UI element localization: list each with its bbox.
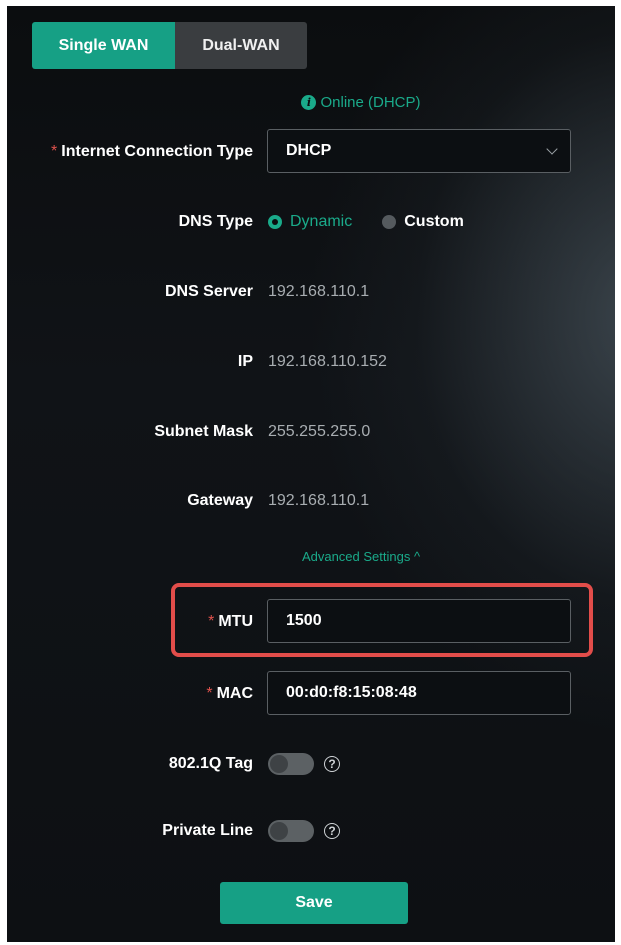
required-mark: * (51, 143, 58, 160)
wan-mode-tabs: Single WAN Dual-WAN (32, 22, 307, 69)
ip-label: IP (237, 353, 253, 370)
subnet-value: 255.255.255.0 (268, 423, 371, 440)
tab-dual-wan[interactable]: Dual-WAN (175, 22, 307, 69)
dns-type-radio-group: Dynamic Custom (268, 199, 464, 245)
dns-type-row: DNS Type Dynamic Custom (7, 199, 615, 245)
connection-type-row: * Internet Connection Type DHCP (7, 129, 615, 175)
gateway-row: Gateway 192.168.110.1 (7, 478, 615, 524)
advanced-settings-toggle[interactable]: Advanced Settings ^ (7, 549, 615, 564)
connection-type-label: * Internet Connection Type (51, 143, 253, 160)
vlan-tag-row: 802.1Q Tag ? (7, 741, 615, 787)
private-line-toggle[interactable] (268, 820, 314, 842)
vlan-tag-toggle[interactable] (268, 753, 314, 775)
subnet-row: Subnet Mask 255.255.255.0 (7, 409, 615, 455)
vlan-tag-label: 802.1Q Tag (168, 755, 253, 772)
connection-status: i Online (DHCP) (7, 94, 615, 111)
status-text: Online (DHCP) (320, 94, 421, 111)
save-button[interactable]: Save (220, 882, 408, 924)
radio-custom-label[interactable]: Custom (404, 213, 464, 231)
connection-type-select[interactable]: DHCP (267, 129, 571, 173)
dns-type-label: DNS Type (178, 213, 253, 230)
private-line-row: Private Line ? (7, 808, 615, 854)
info-icon: i (301, 95, 317, 110)
gateway-value: 192.168.110.1 (268, 492, 370, 509)
radio-dynamic[interactable] (268, 215, 282, 229)
help-icon[interactable]: ? (324, 823, 340, 839)
connection-type-value: DHCP (286, 142, 332, 159)
mac-label: * MAC (206, 685, 253, 702)
help-icon[interactable]: ? (324, 756, 340, 772)
radio-custom[interactable] (382, 215, 397, 229)
tab-single-wan[interactable]: Single WAN (32, 22, 175, 69)
ip-value: 192.168.110.152 (268, 353, 387, 370)
required-mark: * (206, 685, 213, 702)
dns-server-value: 192.168.110.1 (268, 283, 370, 300)
mac-row: * MAC 00:d0:f8:15:08:48 (7, 671, 615, 717)
mac-input[interactable]: 00:d0:f8:15:08:48 (267, 671, 571, 715)
vlan-tag-controls: ? (268, 741, 340, 787)
radio-dynamic-label[interactable]: Dynamic (290, 213, 352, 231)
mtu-highlight-box (171, 583, 593, 657)
dns-server-label: DNS Server (164, 283, 253, 300)
dns-server-row: DNS Server 192.168.110.1 (7, 269, 615, 315)
chevron-down-icon (546, 143, 558, 155)
subnet-label: Subnet Mask (154, 423, 253, 440)
wan-settings-panel: Single WAN Dual-WAN i Online (DHCP) * In… (7, 6, 615, 942)
private-line-label: Private Line (162, 822, 253, 839)
ip-row: IP 192.168.110.152 (7, 339, 615, 385)
private-line-controls: ? (268, 808, 340, 854)
gateway-label: Gateway (187, 492, 253, 509)
